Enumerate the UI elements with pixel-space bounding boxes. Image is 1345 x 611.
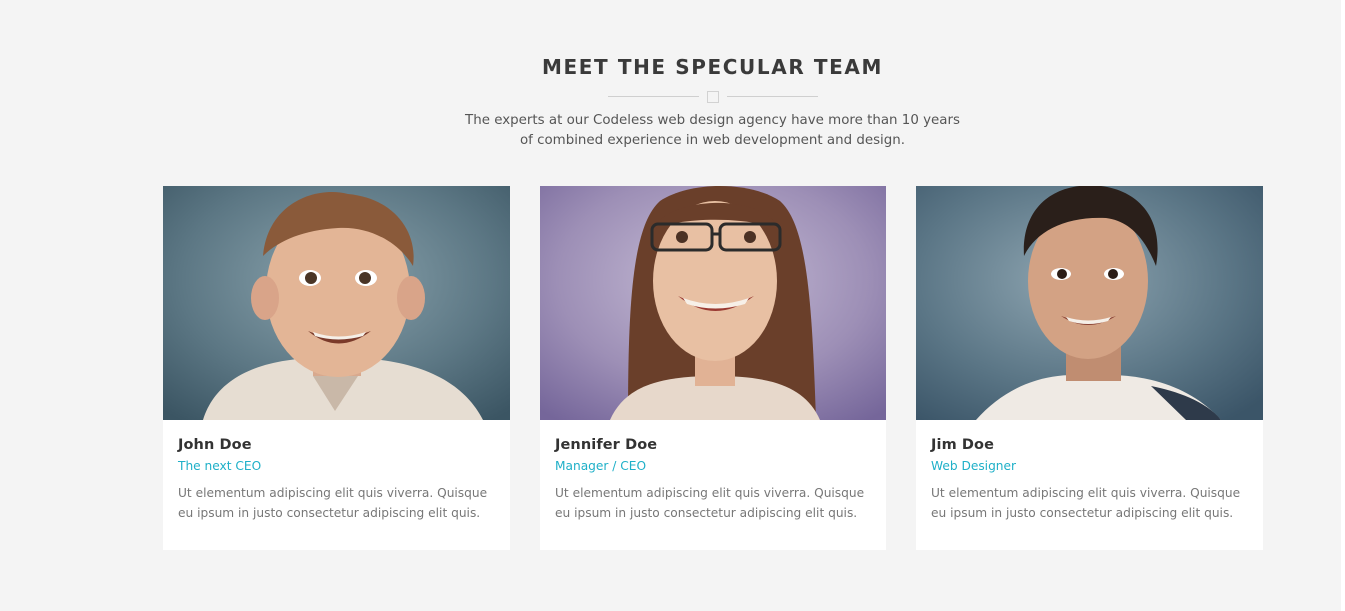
section-subtitle: The experts at our Codeless web design a… xyxy=(460,111,965,151)
title-divider xyxy=(608,90,818,104)
page-edge xyxy=(1341,0,1345,611)
team-member-name[interactable]: John Doe xyxy=(178,437,252,453)
divider-square-icon xyxy=(707,91,719,103)
team-member-bio: Ut elementum adipiscing elit quis viverr… xyxy=(178,486,488,520)
team-member-bio: Ut elementum adipiscing elit quis viverr… xyxy=(931,486,1241,520)
team-member-role: Manager / CEO xyxy=(555,459,647,473)
team-member-role: The next CEO xyxy=(178,459,262,473)
section-title: MEET THE SPECULAR TEAM xyxy=(542,55,883,79)
team-member-photo[interactable] xyxy=(916,186,1263,420)
team-member-role: Web Designer xyxy=(931,459,1017,473)
team-member-name[interactable]: Jennifer Doe xyxy=(555,437,657,453)
subtitle-line-1: The experts at our Codeless web design a… xyxy=(465,113,960,128)
team-member-photo[interactable] xyxy=(540,186,886,420)
team-member-bio: Ut elementum adipiscing elit quis viverr… xyxy=(555,486,865,520)
divider-line-left xyxy=(608,96,699,97)
divider-line-right xyxy=(727,96,818,97)
team-member-name[interactable]: Jim Doe xyxy=(931,437,994,453)
subtitle-line-2: of combined experience in web developmen… xyxy=(519,133,906,148)
team-member-card[interactable]: Jennifer Doe Manager / CEO Ut elementum … xyxy=(540,186,886,550)
team-member-photo[interactable] xyxy=(163,186,510,420)
team-member-card[interactable]: Jim Doe Web Designer Ut elementum adipis… xyxy=(916,186,1263,550)
team-member-card[interactable]: John Doe The next CEO Ut elementum adipi… xyxy=(163,186,510,550)
